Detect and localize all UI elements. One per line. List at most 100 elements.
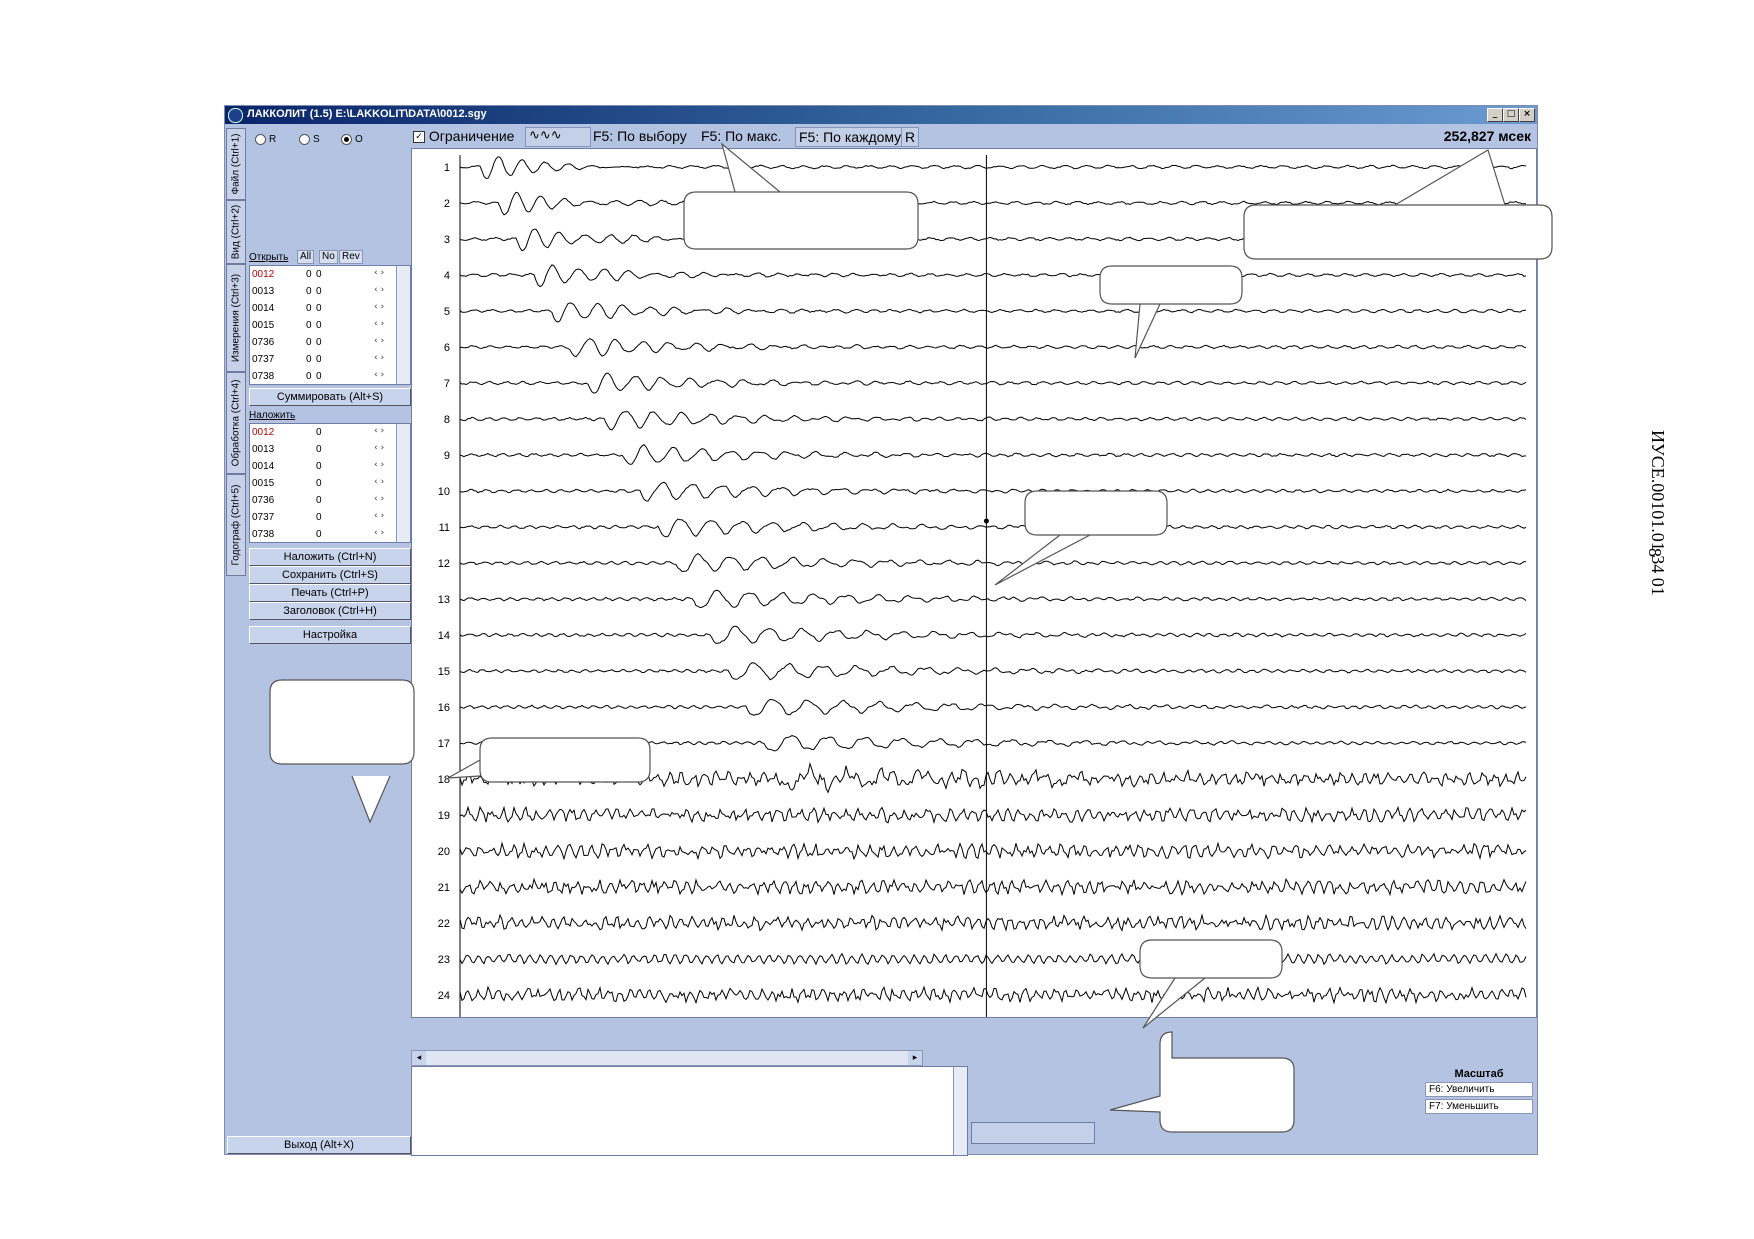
list-item[interactable]: 0015 0 0 ‹› bbox=[250, 317, 396, 334]
maximize-button[interactable]: □ bbox=[1503, 108, 1519, 122]
by-each-button[interactable]: F5: По каждому bbox=[795, 127, 906, 147]
settings-button[interactable]: Настройка bbox=[249, 626, 411, 644]
vertical-tabs: Файл (Ctrl+1) Вид (Ctrl+2) Измерения (Ct… bbox=[225, 126, 246, 1136]
list-item[interactable]: 0736 0 ‹› bbox=[250, 492, 396, 509]
scroll-right-icon[interactable]: ▸ bbox=[908, 1051, 922, 1065]
row-arrows-icon[interactable]: ‹› bbox=[374, 426, 387, 436]
header-all[interactable]: All bbox=[297, 250, 315, 264]
list-item[interactable]: 0014 0 ‹› bbox=[250, 458, 396, 475]
overlay-file-list[interactable]: 0012 0 ‹› 0013 0 ‹› 0014 0 ‹› 0015 0 ‹› 0736 0 ‹› 0737 0… bbox=[249, 423, 411, 543]
row-arrows-icon[interactable]: ‹› bbox=[374, 319, 387, 329]
radio-r[interactable]: R bbox=[255, 134, 276, 145]
trace-label: 2 bbox=[444, 198, 450, 210]
trace-label: 9 bbox=[444, 450, 450, 462]
header-no[interactable]: No bbox=[319, 250, 338, 264]
trace-label: 22 bbox=[438, 918, 450, 930]
row-arrows-icon[interactable]: ‹› bbox=[374, 353, 387, 363]
tab-measurements[interactable]: Измерения (Ctrl+3) bbox=[226, 264, 246, 372]
save-button[interactable]: Сохранить (Ctrl+S) bbox=[249, 566, 411, 584]
toolbar: ✓ Ограничение ∿∿∿ F5: По выбору F5: По м… bbox=[411, 126, 1535, 147]
list-item[interactable]: 0012 0 0 ‹› bbox=[250, 266, 396, 283]
by-max-button[interactable]: F5: По макс. bbox=[701, 127, 781, 145]
minimize-button[interactable]: _ bbox=[1487, 108, 1503, 122]
file-value-b: 0 bbox=[316, 269, 322, 280]
title-bar: ЛАККОЛИТ (1.5) E:\LAKKOLIT\DATA\0012.sgy… bbox=[225, 106, 1537, 124]
file-name: 0012 bbox=[252, 269, 275, 280]
seismogram-chart[interactable]: 0501001502002503003504004505001234567891… bbox=[412, 149, 1536, 1043]
left-panel: R S O Открыть All No Rev 0012 0 0 ‹› 0013 0 0 ‹… bbox=[227, 126, 433, 1154]
tab-hodograph[interactable]: Годограф (Ctrl+5) bbox=[226, 474, 246, 576]
horizontal-scrollbar[interactable]: ◂ ▸ bbox=[411, 1050, 923, 1066]
list-item[interactable]: 0014 0 0 ‹› bbox=[250, 300, 396, 317]
trace-line bbox=[459, 302, 1527, 323]
list-item[interactable]: 0015 0 ‹› bbox=[250, 475, 396, 492]
radio-s[interactable]: S bbox=[299, 134, 320, 145]
trace-label: 15 bbox=[438, 666, 450, 678]
limit-checkbox[interactable]: ✓ Ограничение bbox=[413, 127, 514, 145]
zoom-in-button[interactable]: F6: Увеличить bbox=[1425, 1082, 1533, 1097]
row-arrows-icon[interactable]: ‹› bbox=[374, 528, 387, 538]
list-item[interactable]: 0736 0 0 ‹› bbox=[250, 334, 396, 351]
app-logo-icon bbox=[228, 108, 243, 123]
list-item[interactable]: 0012 0 ‹› bbox=[250, 424, 396, 441]
open-file-list[interactable]: 0012 0 0 ‹› 0013 0 0 ‹› 0014 0 0 ‹› 0015 0 0 ‹› 0736 0 0 ‹›… bbox=[249, 265, 411, 385]
file-value-a: 0 bbox=[306, 354, 312, 365]
row-arrows-icon[interactable]: ‹› bbox=[374, 460, 387, 470]
row-arrows-icon[interactable]: ‹› bbox=[374, 443, 387, 453]
scroll-left-icon[interactable]: ◂ bbox=[412, 1051, 426, 1065]
trace-line bbox=[459, 338, 1527, 358]
row-arrows-icon[interactable]: ‹› bbox=[374, 302, 387, 312]
trace-line bbox=[459, 698, 1527, 716]
overlay-button[interactable]: Наложить (Ctrl+N) bbox=[249, 548, 411, 566]
exit-button[interactable]: Выход (Alt+X) bbox=[227, 1136, 411, 1154]
trace-line bbox=[459, 841, 1527, 861]
list-item[interactable]: 0737 0 0 ‹› bbox=[250, 351, 396, 368]
zoom-out-button[interactable]: F7: Уменьшить bbox=[1425, 1099, 1533, 1114]
header-rev[interactable]: Rev bbox=[339, 250, 363, 264]
file-name: 0737 bbox=[252, 512, 275, 523]
list-item[interactable]: 0013 0 ‹› bbox=[250, 441, 396, 458]
status-field bbox=[971, 1122, 1095, 1144]
tab-file[interactable]: Файл (Ctrl+1) bbox=[226, 128, 246, 200]
trace-label: 20 bbox=[438, 846, 450, 858]
trace-line bbox=[459, 761, 1527, 794]
row-arrows-icon[interactable]: ‹› bbox=[374, 511, 387, 521]
r-button[interactable]: R bbox=[901, 127, 920, 147]
file-value-b: 0 bbox=[316, 478, 322, 489]
list-scrollbar[interactable] bbox=[396, 424, 410, 542]
by-selection-button[interactable]: F5: По выбору bbox=[593, 127, 687, 145]
tab-view[interactable]: Вид (Ctrl+2) bbox=[226, 200, 246, 264]
window-title: ЛАККОЛИТ (1.5) E:\LAKKOLIT\DATA\0012.sgy bbox=[247, 108, 487, 120]
radio-r-indicator bbox=[255, 134, 266, 145]
header-button[interactable]: Заголовок (Ctrl+H) bbox=[249, 602, 411, 620]
file-value-a: 0 bbox=[306, 371, 312, 382]
sum-button[interactable]: Суммировать (Alt+S) bbox=[249, 388, 411, 406]
trace-line bbox=[459, 264, 1527, 288]
close-button[interactable]: × bbox=[1519, 108, 1535, 122]
waveform-mode-icons[interactable]: ∿∿∿ bbox=[525, 127, 591, 147]
list-scrollbar[interactable] bbox=[396, 266, 410, 384]
trace-label: 1 bbox=[444, 162, 450, 174]
list-item[interactable]: 0738 0 ‹› bbox=[250, 526, 396, 543]
radio-o[interactable]: O bbox=[341, 134, 363, 145]
tab-processing[interactable]: Обработка (Ctrl+4) bbox=[226, 372, 246, 474]
row-arrows-icon[interactable]: ‹› bbox=[374, 477, 387, 487]
list-item[interactable]: 0013 0 0 ‹› bbox=[250, 283, 396, 300]
row-arrows-icon[interactable]: ‹› bbox=[374, 268, 387, 278]
row-arrows-icon[interactable]: ‹› bbox=[374, 336, 387, 346]
trace-label: 17 bbox=[438, 738, 450, 750]
row-arrows-icon[interactable]: ‹› bbox=[374, 285, 387, 295]
list-item[interactable]: 0737 0 ‹› bbox=[250, 509, 396, 526]
list-item[interactable]: 0738 0 0 ‹› bbox=[250, 368, 396, 385]
seismogram-plot[interactable]: 0501001502002503003504004505001234567891… bbox=[411, 148, 1537, 1043]
trace-line bbox=[459, 411, 1527, 431]
trace-label: 13 bbox=[438, 594, 450, 606]
trace-label: 5 bbox=[444, 306, 450, 318]
open-link[interactable]: Открыть bbox=[249, 252, 288, 263]
overlay-link[interactable]: Наложить bbox=[249, 410, 295, 421]
log-textarea[interactable] bbox=[411, 1066, 968, 1156]
row-arrows-icon[interactable]: ‹› bbox=[374, 370, 387, 380]
log-scrollbar[interactable] bbox=[953, 1067, 967, 1155]
row-arrows-icon[interactable]: ‹› bbox=[374, 494, 387, 504]
print-button[interactable]: Печать (Ctrl+P) bbox=[249, 584, 411, 602]
